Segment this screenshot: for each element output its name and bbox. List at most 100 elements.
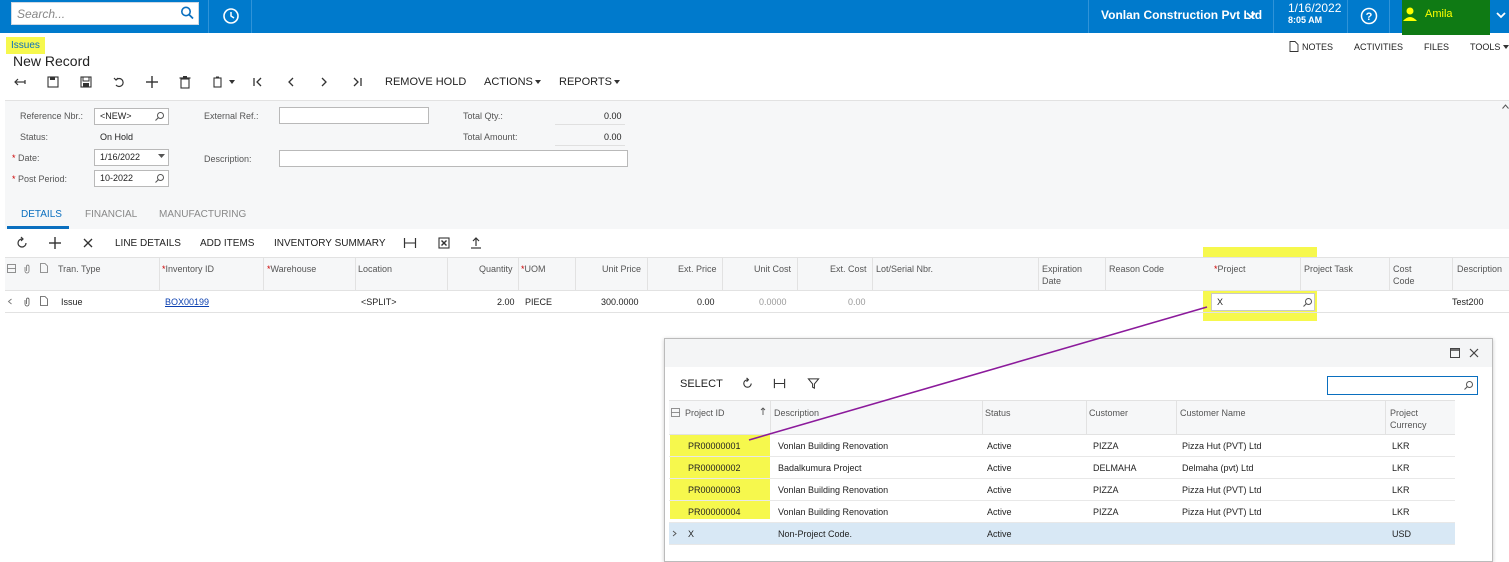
reference-nbr-field[interactable]: <NEW>	[94, 108, 169, 125]
remove-hold-button[interactable]: REMOVE HOLD	[385, 76, 466, 88]
col-reason-code[interactable]: Reason Code	[1109, 263, 1164, 275]
actions-menu[interactable]: ACTIONS	[484, 76, 533, 88]
save-close-icon[interactable]	[46, 75, 60, 89]
col-uom[interactable]: *UOM	[521, 263, 546, 275]
activities-link[interactable]: ACTIVITIES	[1354, 42, 1403, 52]
col-ext-cost[interactable]: Ext. Cost	[830, 263, 867, 275]
row-expand-icon[interactable]	[7, 298, 13, 305]
line-details-button[interactable]: LINE DETAILS	[115, 238, 181, 249]
delete-icon[interactable]	[178, 75, 192, 89]
description-label: Description:	[204, 154, 252, 164]
total-amount-value: 0.00	[604, 132, 622, 142]
date-field[interactable]: 1/16/2022	[94, 149, 169, 166]
caret-down-icon[interactable]	[614, 80, 620, 85]
fit-columns-icon[interactable]	[773, 377, 786, 390]
col-cost-code[interactable]: Cost Code	[1393, 263, 1415, 287]
divider	[208, 0, 209, 33]
dialog-search-input[interactable]	[1327, 376, 1478, 395]
col-divider	[1105, 258, 1106, 291]
external-ref-field[interactable]	[279, 107, 429, 124]
tab-details[interactable]: DETAILS	[21, 209, 62, 220]
inventory-id-link[interactable]: BOX00199	[165, 297, 209, 307]
grid-settings-icon[interactable]	[7, 264, 16, 273]
project-field[interactable]: X	[1211, 293, 1315, 311]
col-expiration-date[interactable]: Expiration Date	[1042, 263, 1082, 287]
maximize-icon[interactable]	[1450, 348, 1460, 358]
search-icon[interactable]	[179, 5, 195, 21]
cell-location[interactable]: <SPLIT>	[361, 297, 397, 307]
col-project[interactable]: *Project	[1214, 263, 1246, 275]
upload-icon[interactable]	[469, 236, 483, 250]
refresh-icon[interactable]	[15, 236, 29, 250]
reports-menu[interactable]: REPORTS	[559, 76, 612, 88]
cell-description[interactable]: Test200	[1452, 297, 1484, 307]
user-menu[interactable]: Amila	[1402, 0, 1490, 35]
caret-down-icon[interactable]	[535, 80, 541, 85]
col-divider	[447, 258, 448, 291]
select-button[interactable]: SELECT	[680, 378, 723, 390]
col-ext-price[interactable]: Ext. Price	[678, 263, 717, 275]
add-items-button[interactable]: ADD ITEMS	[200, 238, 254, 249]
description-field[interactable]	[279, 150, 628, 167]
col-quantity[interactable]: Quantity	[479, 263, 513, 275]
undo-icon[interactable]	[112, 75, 126, 89]
fit-columns-icon[interactable]	[403, 236, 417, 250]
col-lot-serial[interactable]: Lot/Serial Nbr.	[876, 263, 933, 275]
refresh-icon[interactable]	[741, 377, 754, 390]
tools-menu[interactable]: TOOLS	[1470, 42, 1500, 52]
back-icon[interactable]	[13, 75, 27, 89]
first-record-icon[interactable]	[251, 75, 265, 89]
tab-manufacturing[interactable]: MANUFACTURING	[159, 209, 246, 220]
chevron-down-icon[interactable]	[1245, 9, 1257, 21]
breadcrumb[interactable]: Issues	[6, 37, 45, 54]
delete-row-icon[interactable]	[81, 236, 95, 250]
collapse-icon[interactable]	[1502, 104, 1509, 109]
history-icon[interactable]	[221, 6, 241, 26]
search-icon[interactable]	[154, 111, 165, 122]
current-date[interactable]: 1/16/2022	[1288, 1, 1341, 15]
company-selector[interactable]: Vonlan Construction Pvt Ltd	[1101, 8, 1262, 22]
next-record-icon[interactable]	[317, 75, 331, 89]
caret-down-icon[interactable]	[158, 154, 165, 159]
cell-unit-price[interactable]: 300.0000	[601, 297, 639, 307]
caret-down-icon[interactable]	[1503, 45, 1509, 50]
post-period-field[interactable]: 10-2022	[94, 170, 169, 187]
notes-icon[interactable]	[1289, 41, 1299, 52]
svg-text:?: ?	[1366, 11, 1373, 23]
col-project-task[interactable]: Project Task	[1304, 263, 1353, 275]
note-icon[interactable]	[40, 296, 48, 306]
filter-icon[interactable]	[807, 377, 820, 390]
add-row-icon[interactable]	[48, 236, 62, 250]
excel-export-icon[interactable]	[437, 236, 451, 250]
tab-financial[interactable]: FINANCIAL	[85, 209, 137, 220]
cell-uom[interactable]: PIECE	[525, 297, 552, 307]
notes-link[interactable]: NOTES	[1302, 42, 1333, 52]
cell-ext-price[interactable]: 0.00	[697, 297, 715, 307]
col-unit-cost[interactable]: Unit Cost	[754, 263, 791, 275]
inventory-summary-button[interactable]: INVENTORY SUMMARY	[274, 238, 386, 249]
save-icon[interactable]	[79, 75, 93, 89]
add-icon[interactable]	[145, 75, 159, 89]
col-inventory-id[interactable]: *Inventory ID	[162, 263, 214, 275]
cell-quantity[interactable]: 2.00	[497, 297, 515, 307]
copy-paste-icon[interactable]	[211, 75, 225, 89]
last-record-icon[interactable]	[350, 75, 364, 89]
search-icon[interactable]	[1302, 297, 1313, 308]
search-input[interactable]: Search...	[11, 2, 199, 25]
search-icon[interactable]	[154, 173, 165, 184]
col-tran-type[interactable]: Tran. Type	[58, 263, 101, 275]
files-link[interactable]: FILES	[1424, 42, 1449, 52]
cell-tran-type[interactable]: Issue	[61, 297, 83, 307]
col-description[interactable]: Description	[1457, 263, 1502, 275]
divider	[1389, 0, 1390, 33]
chevron-down-icon[interactable]	[1495, 9, 1507, 21]
col-unit-price[interactable]: Unit Price	[602, 263, 641, 275]
col-location[interactable]: Location	[358, 263, 392, 275]
caret-down-icon[interactable]	[229, 80, 235, 85]
col-warehouse[interactable]: *Warehouse	[267, 263, 316, 275]
search-icon[interactable]	[1463, 380, 1474, 391]
close-icon[interactable]	[1469, 348, 1479, 358]
previous-record-icon[interactable]	[284, 75, 298, 89]
attachment-icon[interactable]	[23, 297, 31, 307]
help-icon[interactable]: ?	[1359, 6, 1379, 26]
